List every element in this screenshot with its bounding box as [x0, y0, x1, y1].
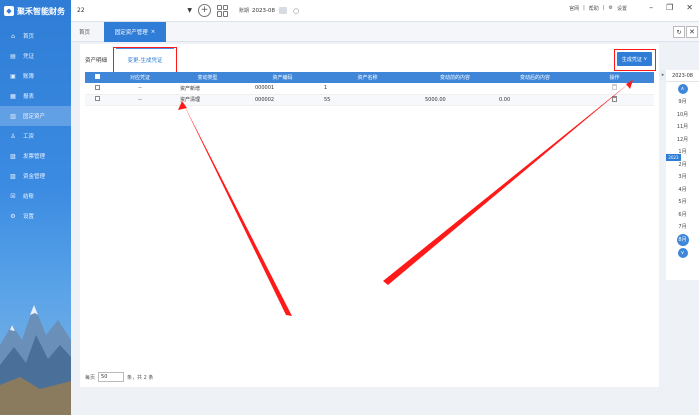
month-item[interactable]: 3月	[666, 171, 699, 184]
col-voucher: 对应凭证	[110, 72, 170, 83]
col-asset-code: 资产编码	[245, 72, 320, 83]
rail-year: 2023-08	[666, 70, 699, 82]
highlight-box	[614, 49, 656, 71]
col-change-type: 变动类型	[170, 72, 245, 83]
top-links: 官网 | 帮助 | ⚙ 设置	[569, 5, 627, 12]
refresh-icon[interactable]: ○	[293, 7, 299, 15]
period-label: 账期	[239, 8, 250, 14]
row-checkbox[interactable]	[85, 83, 110, 95]
sidebar-item-voucher[interactable]: ▤ 凭证	[0, 46, 71, 66]
window-controls: – ❐ ✕	[649, 3, 693, 12]
tab-bar: 首页 固定资产管理 × ↻ ✕	[71, 22, 699, 42]
month-item[interactable]: 4月	[666, 184, 699, 197]
month-item[interactable]: 12月	[666, 134, 699, 147]
voucher-icon: ▤	[10, 52, 16, 60]
col-actions: 操作	[575, 72, 654, 83]
report-icon: ▦	[10, 92, 16, 100]
company-select[interactable]: 22 ▼	[77, 4, 192, 18]
sidebar-item-report[interactable]: ▦ 报表	[0, 86, 71, 106]
month-item[interactable]: 6月	[666, 209, 699, 222]
sidebar-nav: ⌂ 首页 ▤ 凭证 ▣ 账簿 ▦ 报表 ▥ 固定资产 ♙ 工资 ▧ 发票管理 ▨ 资金管理 ☒ 结…	[0, 26, 71, 226]
top-bar: 22 ▼ + 账期 2023-08 ○ 官网 | 帮助 | ⚙ 设置 – ❐ ✕	[71, 0, 699, 22]
month-item[interactable]: 10月	[666, 109, 699, 122]
asset-detail-label[interactable]: 资产明细	[85, 56, 107, 64]
chevron-down-icon[interactable]: ∨	[677, 247, 688, 258]
col-before: 变动前的内容	[415, 72, 495, 83]
logo: ◆ 聚禾智能财务	[0, 0, 71, 22]
page-size-input[interactable]: 50	[98, 372, 125, 382]
account-book-icon: ▣	[10, 72, 16, 80]
sidebar-item-invoice[interactable]: ▧ 发票管理	[0, 146, 71, 166]
link-official-site[interactable]: 官网	[569, 5, 579, 12]
period-value[interactable]: 2023-08	[252, 8, 275, 14]
table-row[interactable]: -- 资产清理 000002 55 5000.00 0.00	[85, 94, 654, 106]
logo-text: 聚禾智能财务	[17, 6, 65, 16]
col-after: 变动后的内容	[495, 72, 575, 83]
sidebar-item-settings[interactable]: ⚙ 设置	[0, 206, 71, 226]
chevron-up-icon[interactable]: ∧	[677, 84, 688, 94]
main-panel: 资产明细 变更-生成凭证 生成凭证 ∨ 对应凭证 变动类型 资产编码 资产名称 …	[80, 44, 659, 387]
caret-down-icon: ▼	[187, 7, 192, 14]
month-item-selected[interactable]: 8月	[676, 233, 689, 246]
app-window: ◆ 聚禾智能财务 ⌂ 首页 ▤ 凭证 ▣ 账簿 ▦ 报表 ▥ 固定资产 ♙ 工资 ▧ 发票管理…	[0, 0, 699, 415]
invoice-icon: ▧	[10, 152, 16, 160]
apps-grid-icon[interactable]	[217, 4, 229, 17]
refresh-tab-icon[interactable]: ↻	[673, 26, 685, 38]
sidebar-item-account-book[interactable]: ▣ 账簿	[0, 66, 71, 86]
home-icon: ⌂	[11, 32, 15, 40]
asset-change-table: 对应凭证 变动类型 资产编码 资产名称 变动前的内容 变动后的内容 操作 -- …	[85, 72, 654, 106]
logo-icon: ◆	[4, 6, 14, 16]
tab-fixed-asset[interactable]: 固定资产管理 ×	[104, 22, 166, 42]
highlight-box	[113, 47, 177, 74]
calendar-icon[interactable]	[279, 7, 287, 14]
delete-icon[interactable]	[575, 94, 654, 106]
sidebar-item-cash[interactable]: ▨ 资金管理	[0, 166, 71, 186]
month-item[interactable]: 11月	[666, 121, 699, 134]
tab-home[interactable]: 首页	[79, 28, 90, 36]
period-rail: 2023-08 ∧ 9月 10月 11月 12月 1月 2月 3月 4月 5月 …	[666, 70, 699, 280]
cash-icon: ▨	[10, 172, 16, 180]
table-header-row: 对应凭证 变动类型 资产编码 资产名称 变动前的内容 变动后的内容 操作	[85, 72, 654, 83]
delete-icon[interactable]	[575, 83, 654, 95]
settings-icon: ⚙	[10, 212, 16, 220]
close-icon[interactable]: ✕	[686, 3, 693, 12]
row-checkbox[interactable]	[85, 94, 110, 106]
link-settings[interactable]: 设置	[617, 5, 627, 12]
month-item[interactable]: 9月	[666, 96, 699, 109]
table-row[interactable]: -- 资产新增 000001 1	[85, 83, 654, 95]
select-all-checkbox[interactable]	[85, 72, 110, 83]
sidebar-item-fixed-asset[interactable]: ▥ 固定资产	[0, 106, 71, 126]
close-all-tabs-icon[interactable]: ✕	[686, 26, 698, 38]
link-help[interactable]: 帮助	[589, 5, 599, 12]
salary-icon: ♙	[10, 132, 16, 140]
sidebar-item-period-end[interactable]: ☒ 结账	[0, 186, 71, 206]
pagination: 每页 50 条，共 2 条	[85, 372, 154, 382]
maximize-icon[interactable]: ❐	[666, 3, 673, 12]
gear-icon: ⚙	[608, 5, 613, 11]
month-item[interactable]: 5月	[666, 196, 699, 209]
month-item[interactable]: 7月	[666, 221, 699, 234]
tab-close-icon[interactable]: ×	[151, 29, 156, 35]
minimize-icon[interactable]: –	[649, 3, 653, 12]
add-icon[interactable]: +	[198, 4, 211, 17]
fixed-asset-icon: ▥	[10, 112, 16, 120]
col-asset-name: 资产名称	[320, 72, 415, 83]
sidebar-item-home[interactable]: ⌂ 首页	[0, 26, 71, 46]
period-end-icon: ☒	[10, 192, 16, 200]
sidebar-item-salary[interactable]: ♙ 工资	[0, 126, 71, 146]
mountain-illustration	[0, 305, 71, 415]
year-tag: 2023	[666, 154, 681, 161]
sidebar: ◆ 聚禾智能财务 ⌂ 首页 ▤ 凭证 ▣ 账簿 ▦ 报表 ▥ 固定资产 ♙ 工资 ▧ 发票管理…	[0, 0, 71, 415]
